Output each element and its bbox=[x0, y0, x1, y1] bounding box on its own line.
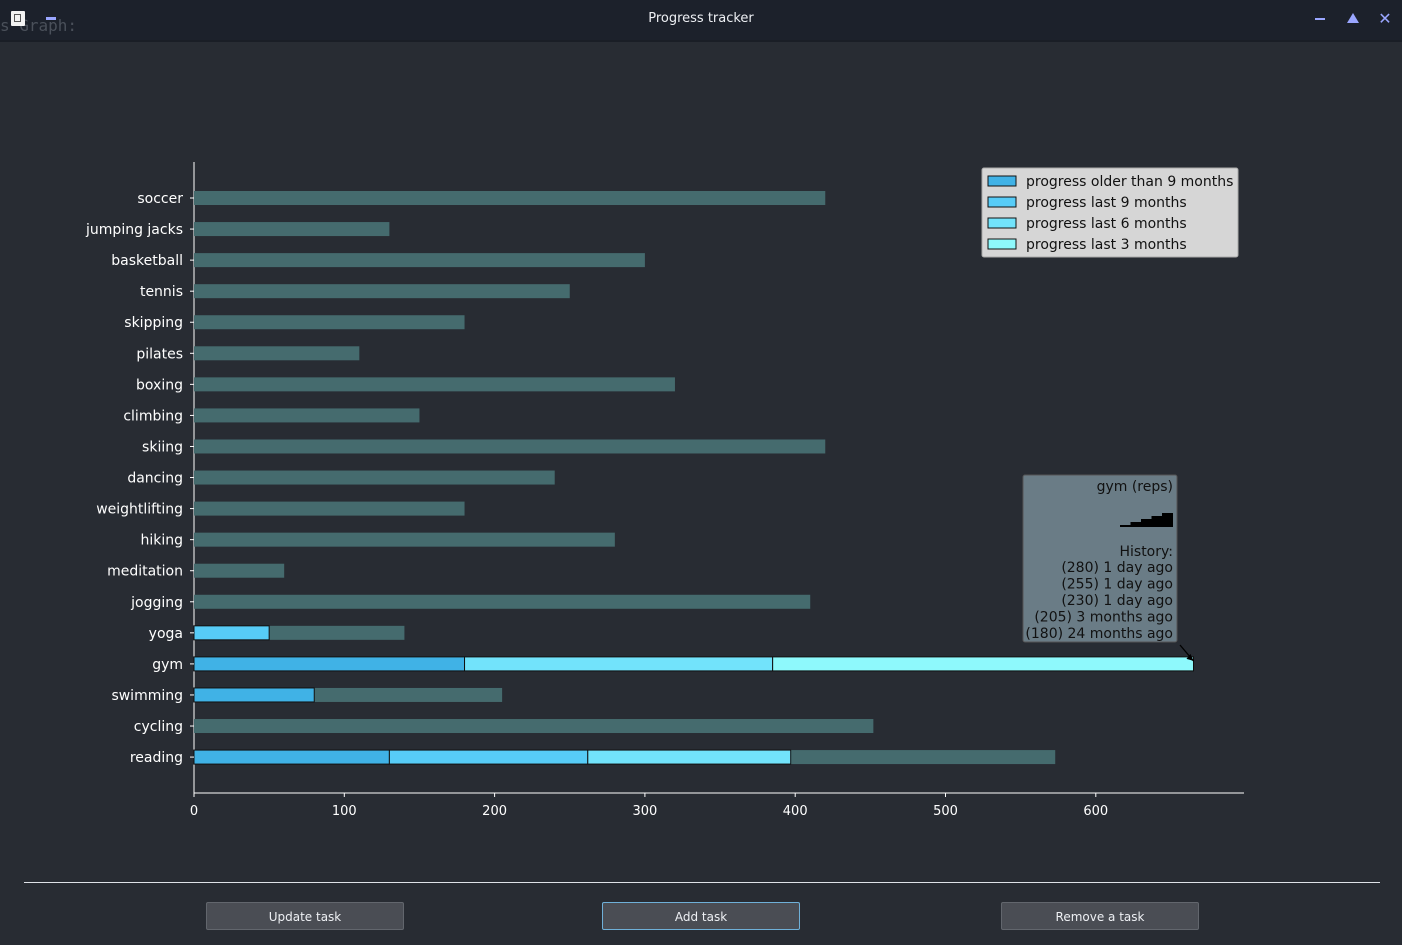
legend-label: progress last 3 months bbox=[1026, 237, 1187, 253]
legend-swatch bbox=[987, 217, 1017, 229]
category-label: skipping bbox=[124, 315, 183, 331]
legend-swatch bbox=[987, 238, 1017, 250]
sparkline-bar bbox=[1130, 522, 1142, 527]
tooltip-history-entry: (230) 1 day ago bbox=[1061, 593, 1173, 609]
legend-swatch bbox=[987, 175, 1017, 187]
category-label: tennis bbox=[140, 284, 183, 300]
category-label: hiking bbox=[140, 533, 183, 549]
legend-label: progress last 9 months bbox=[1026, 195, 1187, 211]
window-title: Progress tracker bbox=[648, 11, 754, 26]
x-tick-labels: 0 100 200 300 400 500 600 bbox=[190, 793, 1108, 819]
category-label: pilates bbox=[136, 346, 183, 362]
x-tick-label: 300 bbox=[632, 804, 657, 819]
bar-segment-gym-0 bbox=[193, 656, 466, 672]
bar-total-hiking bbox=[194, 532, 615, 547]
legend-swatch bbox=[987, 196, 1017, 208]
x-tick-label: 200 bbox=[482, 804, 507, 819]
category-label: cycling bbox=[134, 719, 183, 735]
category-label: meditation bbox=[107, 564, 183, 580]
bar-total-basketball bbox=[194, 253, 645, 268]
legend: progress older than 9 months progress las… bbox=[981, 167, 1239, 258]
category-label: boxing bbox=[136, 377, 183, 393]
x-tick-label: 100 bbox=[332, 804, 357, 819]
x-tick-label: 0 bbox=[190, 804, 198, 819]
bar-total-tennis bbox=[194, 284, 570, 299]
category-label: jumping jacks bbox=[85, 222, 183, 238]
category-label: weightlifting bbox=[96, 502, 183, 518]
close-icon[interactable]: ✕ bbox=[1376, 9, 1394, 29]
category-label: skiing bbox=[142, 439, 183, 455]
bar-total-meditation bbox=[194, 563, 285, 578]
update-task-button[interactable]: Update task bbox=[206, 902, 404, 930]
bar-total-soccer bbox=[194, 191, 826, 205]
category-label: basketball bbox=[111, 253, 183, 269]
category-label: gym bbox=[152, 657, 183, 673]
category-label: swimming bbox=[111, 688, 183, 704]
category-label: jogging bbox=[130, 595, 183, 611]
minimize-icon[interactable] bbox=[1311, 9, 1329, 29]
gym-tooltip: gym (reps) History:(280) 1 day ago(255) 1… bbox=[1022, 474, 1194, 662]
x-tick-label: 400 bbox=[783, 804, 808, 819]
x-tick-label: 600 bbox=[1083, 804, 1108, 819]
bar-total-skiing bbox=[194, 439, 826, 454]
tooltip-history-label: History: bbox=[1119, 544, 1173, 560]
maximize-icon[interactable] bbox=[1344, 9, 1362, 29]
bar-segment-gym-2 bbox=[464, 656, 774, 672]
bar-total-jogging bbox=[194, 594, 811, 609]
remove-task-button[interactable]: Remove a task bbox=[1001, 902, 1199, 930]
category-labels: soccer jumping jacks basketball tennis skipp… bbox=[85, 191, 194, 766]
tooltip-title: gym (reps) bbox=[1097, 479, 1173, 495]
sparkline-bar bbox=[1120, 525, 1131, 527]
bar-total-skipping bbox=[194, 315, 465, 330]
category-label: yoga bbox=[149, 626, 183, 642]
sparkline-bar bbox=[1151, 516, 1163, 527]
x-tick-label: 500 bbox=[933, 804, 958, 819]
bar-total-weightlifting bbox=[194, 501, 465, 516]
category-label: climbing bbox=[123, 408, 183, 424]
bar-segment-reading-1 bbox=[388, 749, 589, 765]
title-bar: s Graph: Progress tracker ✕ bbox=[0, 0, 1402, 42]
progress-chart: soccer jumping jacks basketball tennis skipp… bbox=[85, 162, 1244, 819]
bar-segment-swimming-0 bbox=[193, 687, 315, 703]
bar-total-boxing bbox=[194, 377, 675, 392]
legend-label: progress last 6 months bbox=[1026, 216, 1187, 232]
tooltip-history-entry: (280) 1 day ago bbox=[1061, 560, 1173, 576]
category-label: soccer bbox=[137, 191, 183, 207]
add-task-button[interactable]: Add task bbox=[602, 902, 800, 930]
tooltip-history-entry: (180) 24 months ago bbox=[1025, 626, 1173, 642]
sparkline-bar bbox=[1162, 513, 1173, 527]
category-label: dancing bbox=[127, 471, 183, 487]
bar-segment-reading-0 bbox=[193, 749, 390, 765]
separator-line bbox=[24, 882, 1380, 883]
legend-label: progress older than 9 months bbox=[1026, 174, 1233, 190]
bar-segment-yoga-1 bbox=[193, 625, 270, 641]
bar-total-climbing bbox=[194, 408, 420, 423]
sparkline-bar bbox=[1141, 519, 1152, 527]
bar-total-jumping-jacks bbox=[194, 222, 390, 237]
bar-total-dancing bbox=[194, 470, 555, 485]
bar-segment-reading-2 bbox=[587, 749, 792, 765]
bar-total-pilates bbox=[194, 346, 360, 361]
bar-segment-gym-3 bbox=[772, 656, 1194, 672]
tooltip-history-entry: (255) 1 day ago bbox=[1061, 577, 1173, 593]
tooltip-history-entry: (205) 3 months ago bbox=[1034, 610, 1173, 626]
bar-total-cycling bbox=[194, 719, 874, 734]
category-label: reading bbox=[130, 750, 183, 766]
